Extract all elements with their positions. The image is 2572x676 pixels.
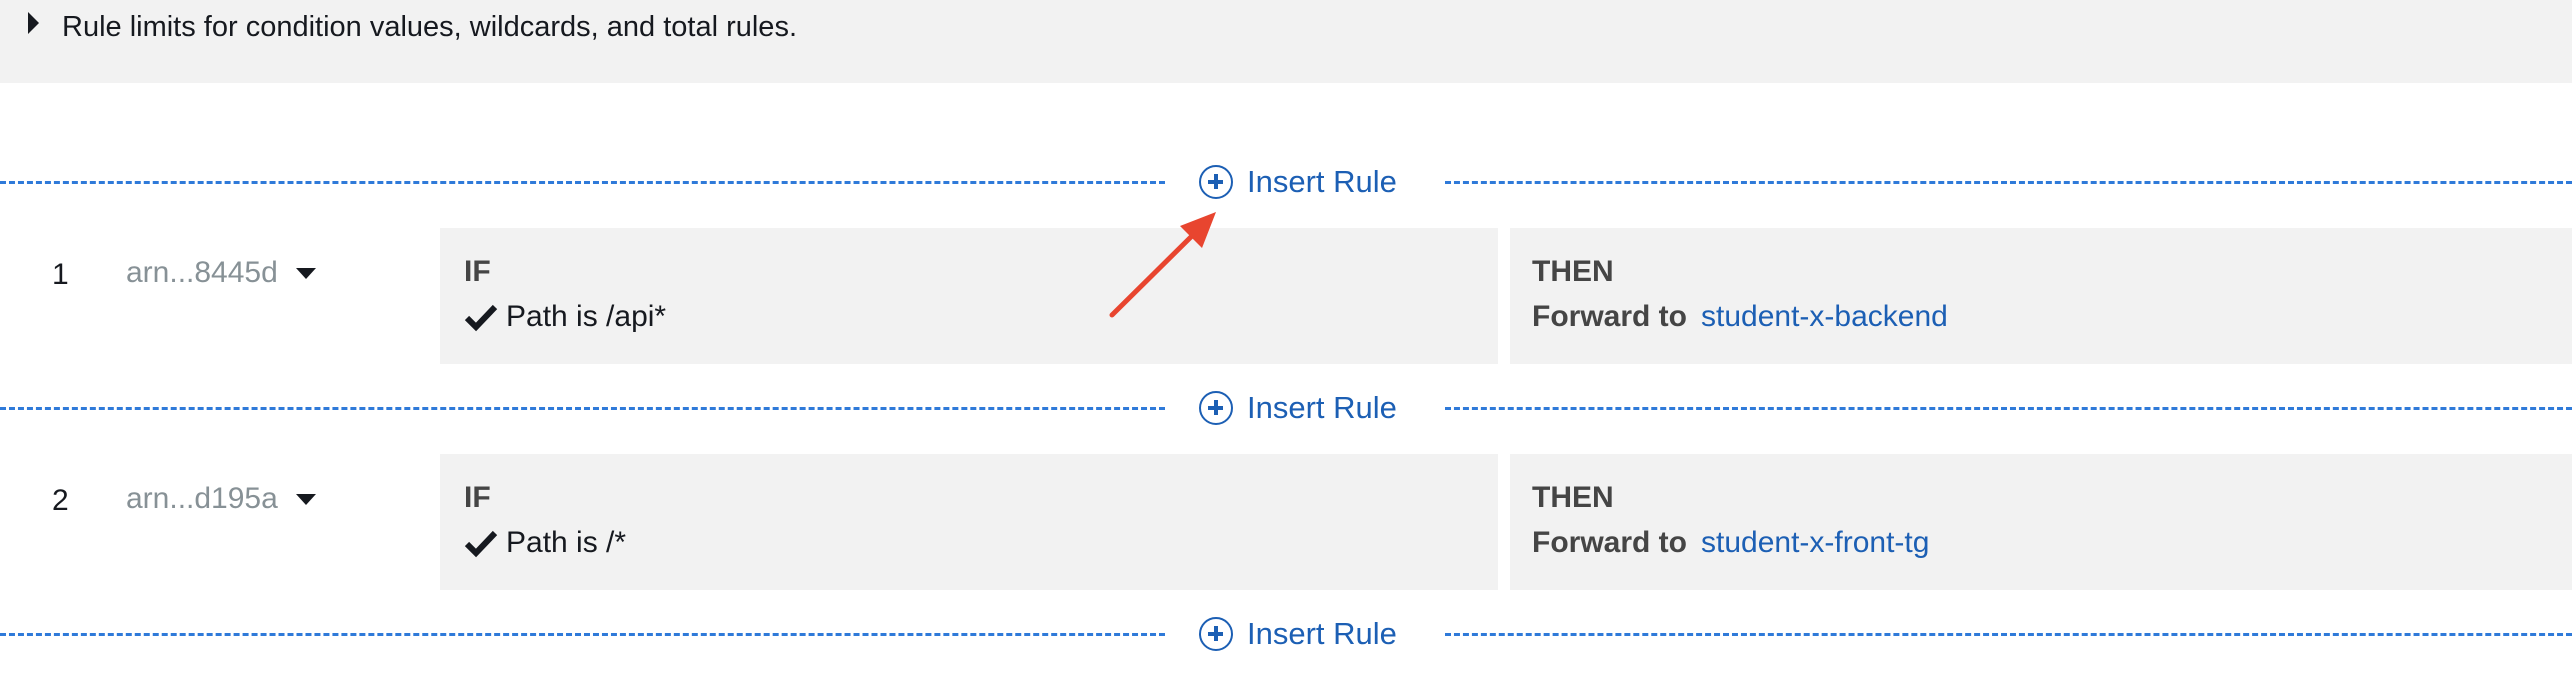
rule-if-box: IF Path is /* [440,454,1498,590]
insert-rule-row: Insert Rule [0,152,2572,212]
annotation-arrow [1109,212,1216,318]
rule-condition: Path is /* [464,522,1498,564]
insert-rule-button[interactable]: Insert Rule [1199,614,1397,654]
rule-then-box: THEN Forward to student-x-front-tg [1510,454,2572,590]
plus-circle-icon[interactable] [1199,617,1233,651]
insert-rule-button[interactable]: Insert Rule [1199,388,1397,428]
action-label: Forward to [1532,526,1687,559]
if-heading: IF [464,255,491,288]
rule-arn-label[interactable]: arn...8445d [126,256,278,290]
checkmark-icon [464,530,498,558]
target-group-link[interactable]: student-x-front-tg [1701,522,1929,564]
rule-number: 1 [52,258,69,291]
plus-circle-icon[interactable] [1199,165,1233,199]
condition-text: Path is /* [506,526,627,559]
target-group-link[interactable]: student-x-backend [1701,296,1948,338]
insert-rule-row: Insert Rule [0,378,2572,438]
rule-action: Forward to student-x-backend [1532,296,2572,338]
checkmark-icon [464,304,498,332]
rule-action: Forward to student-x-front-tg [1532,522,2572,564]
rule-row: 1 arn...8445d IF Path is /api* THEN Forw… [0,228,2572,364]
action-label: Forward to [1532,300,1687,333]
divider [1445,633,2572,636]
divider [1445,407,2572,410]
then-heading: THEN [1532,481,1614,514]
caret-down-icon[interactable] [295,493,316,505]
insert-rule-label[interactable]: Insert Rule [1247,390,1397,426]
divider [1445,181,2572,184]
condition-text: Path is /api* [506,300,667,333]
rule-number: 2 [52,484,69,517]
then-heading: THEN [1532,255,1614,288]
insert-rule-row: Insert Rule [0,604,2572,664]
rule-then-box: THEN Forward to student-x-backend [1510,228,2572,364]
rule-limits-panel[interactable]: Rule limits for condition values, wildca… [0,0,2572,83]
rule-row: 2 arn...d195a IF Path is /* THEN Forward… [0,454,2572,590]
rule-limits-text[interactable]: Rule limits for condition values, wildca… [62,9,797,45]
insert-rule-button[interactable]: Insert Rule [1199,162,1397,202]
rule-if-box: IF Path is /api* [440,228,1498,364]
caret-right-icon[interactable] [28,12,39,34]
if-heading: IF [464,481,491,514]
divider [0,181,1165,184]
plus-circle-icon[interactable] [1199,391,1233,425]
rule-condition: Path is /api* [464,296,1498,338]
rule-arn-dropdown[interactable]: arn...d195a [126,482,316,516]
insert-rule-label[interactable]: Insert Rule [1247,616,1397,652]
insert-rule-label[interactable]: Insert Rule [1247,164,1397,200]
rule-arn-label[interactable]: arn...d195a [126,482,278,516]
caret-down-icon[interactable] [295,267,316,279]
rule-arn-dropdown[interactable]: arn...8445d [126,256,316,290]
divider [0,633,1165,636]
divider [0,407,1165,410]
